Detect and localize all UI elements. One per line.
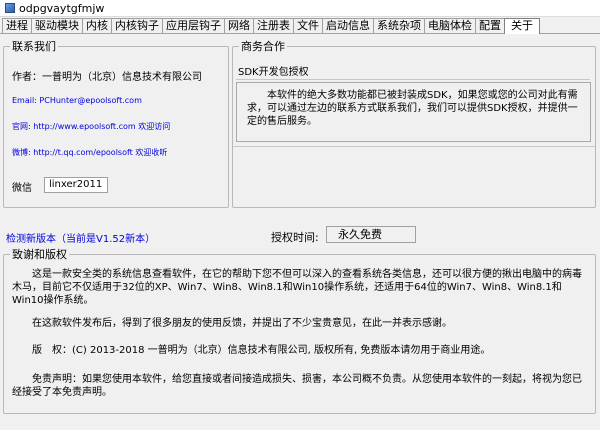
tab-pc-checkup[interactable]: 电脑体检 xyxy=(424,18,476,33)
tab-network[interactable]: 网络 xyxy=(224,18,254,33)
wechat-label: 微信 xyxy=(12,183,32,194)
tab-registry[interactable]: 注册表 xyxy=(253,18,294,33)
license-time-label: 授权时间: xyxy=(271,231,319,244)
license-time-field: 永久免费 xyxy=(326,226,416,243)
tab-driver-modules[interactable]: 驱动模块 xyxy=(31,18,83,33)
business-blank-area xyxy=(233,146,595,222)
contact-group: 联系我们 作者：一普明为（北京）信息技术有限公司 Email: PCHunter… xyxy=(3,38,229,208)
tab-files[interactable]: 文件 xyxy=(293,18,323,33)
business-group: 商务合作 SDK开发包授权 本软件的绝大多数功能都已被封装成SDK，如果您或您的… xyxy=(232,38,596,208)
wechat-field[interactable]: linxer2011 xyxy=(44,177,108,193)
app-icon xyxy=(5,3,15,13)
tab-about[interactable]: 关于 xyxy=(504,18,540,34)
window-title: odpgvaytgfmjw xyxy=(19,1,105,15)
tab-process[interactable]: 进程 xyxy=(2,18,32,33)
about-thanks-text: 在这款软件发布后，得到了很多朋友的使用反馈，并提出了不少宝贵意见，在此一并表示感… xyxy=(32,318,452,329)
tab-strip: 进程 驱动模块 内核 内核钩子 应用层钩子 网络 注册表 文件 启动信息 系统杂… xyxy=(0,17,600,34)
website-link[interactable]: 官网: http://www.epoolsoft.com 欢迎访问 xyxy=(12,121,170,132)
tab-kernel[interactable]: 内核 xyxy=(82,18,112,33)
about-intro-text: 这是一款安全类的系统信息查看软件，在它的帮助下您不但可以深入的查看系统各类信息，… xyxy=(12,269,582,306)
about-panel: 联系我们 作者：一普明为（北京）信息技术有限公司 Email: PCHunter… xyxy=(0,34,600,430)
thanks-copyright-group: 致谢和版权 这是一款安全类的系统信息查看软件，在它的帮助下您不但可以深入的查看系… xyxy=(3,246,596,414)
email-link[interactable]: Email: PCHunter@epoolsoft.com xyxy=(12,96,142,105)
business-group-title: 商务合作 xyxy=(241,40,285,53)
sdk-title: SDK开发包授权 xyxy=(236,66,590,80)
contact-group-title: 联系我们 xyxy=(12,40,56,53)
tab-system-misc[interactable]: 系统杂项 xyxy=(373,18,425,33)
about-copyright-text: 版 权：(C) 2013-2018 一普明为（北京）信息技术有限公司, 版权所有… xyxy=(32,345,491,356)
thanks-copyright-title: 致谢和版权 xyxy=(12,248,67,261)
sdk-description: 本软件的绝大多数功能都已被封装成SDK，如果您或您的公司对此有需求，可以通过左边… xyxy=(236,82,591,142)
author-text: 作者：一普明为（北京）信息技术有限公司 xyxy=(12,72,202,83)
tab-startup[interactable]: 启动信息 xyxy=(322,18,374,33)
about-disclaimer-text: 免责声明：如果您使用本软件，给您直接或者间接造成损失、损害，本公司概不负责。从您… xyxy=(12,374,582,398)
title-bar: odpgvaytgfmjw xyxy=(0,0,600,17)
tab-kernel-hooks[interactable]: 内核钩子 xyxy=(111,18,163,33)
tab-config[interactable]: 配置 xyxy=(475,18,505,33)
weibo-link[interactable]: 微博: http://t.qq.com/epoolsoft 欢迎收听 xyxy=(12,147,167,158)
check-update-link[interactable]: 检测新版本（当前是V1.52新本） xyxy=(6,230,155,245)
tab-app-hooks[interactable]: 应用层钩子 xyxy=(162,18,225,33)
